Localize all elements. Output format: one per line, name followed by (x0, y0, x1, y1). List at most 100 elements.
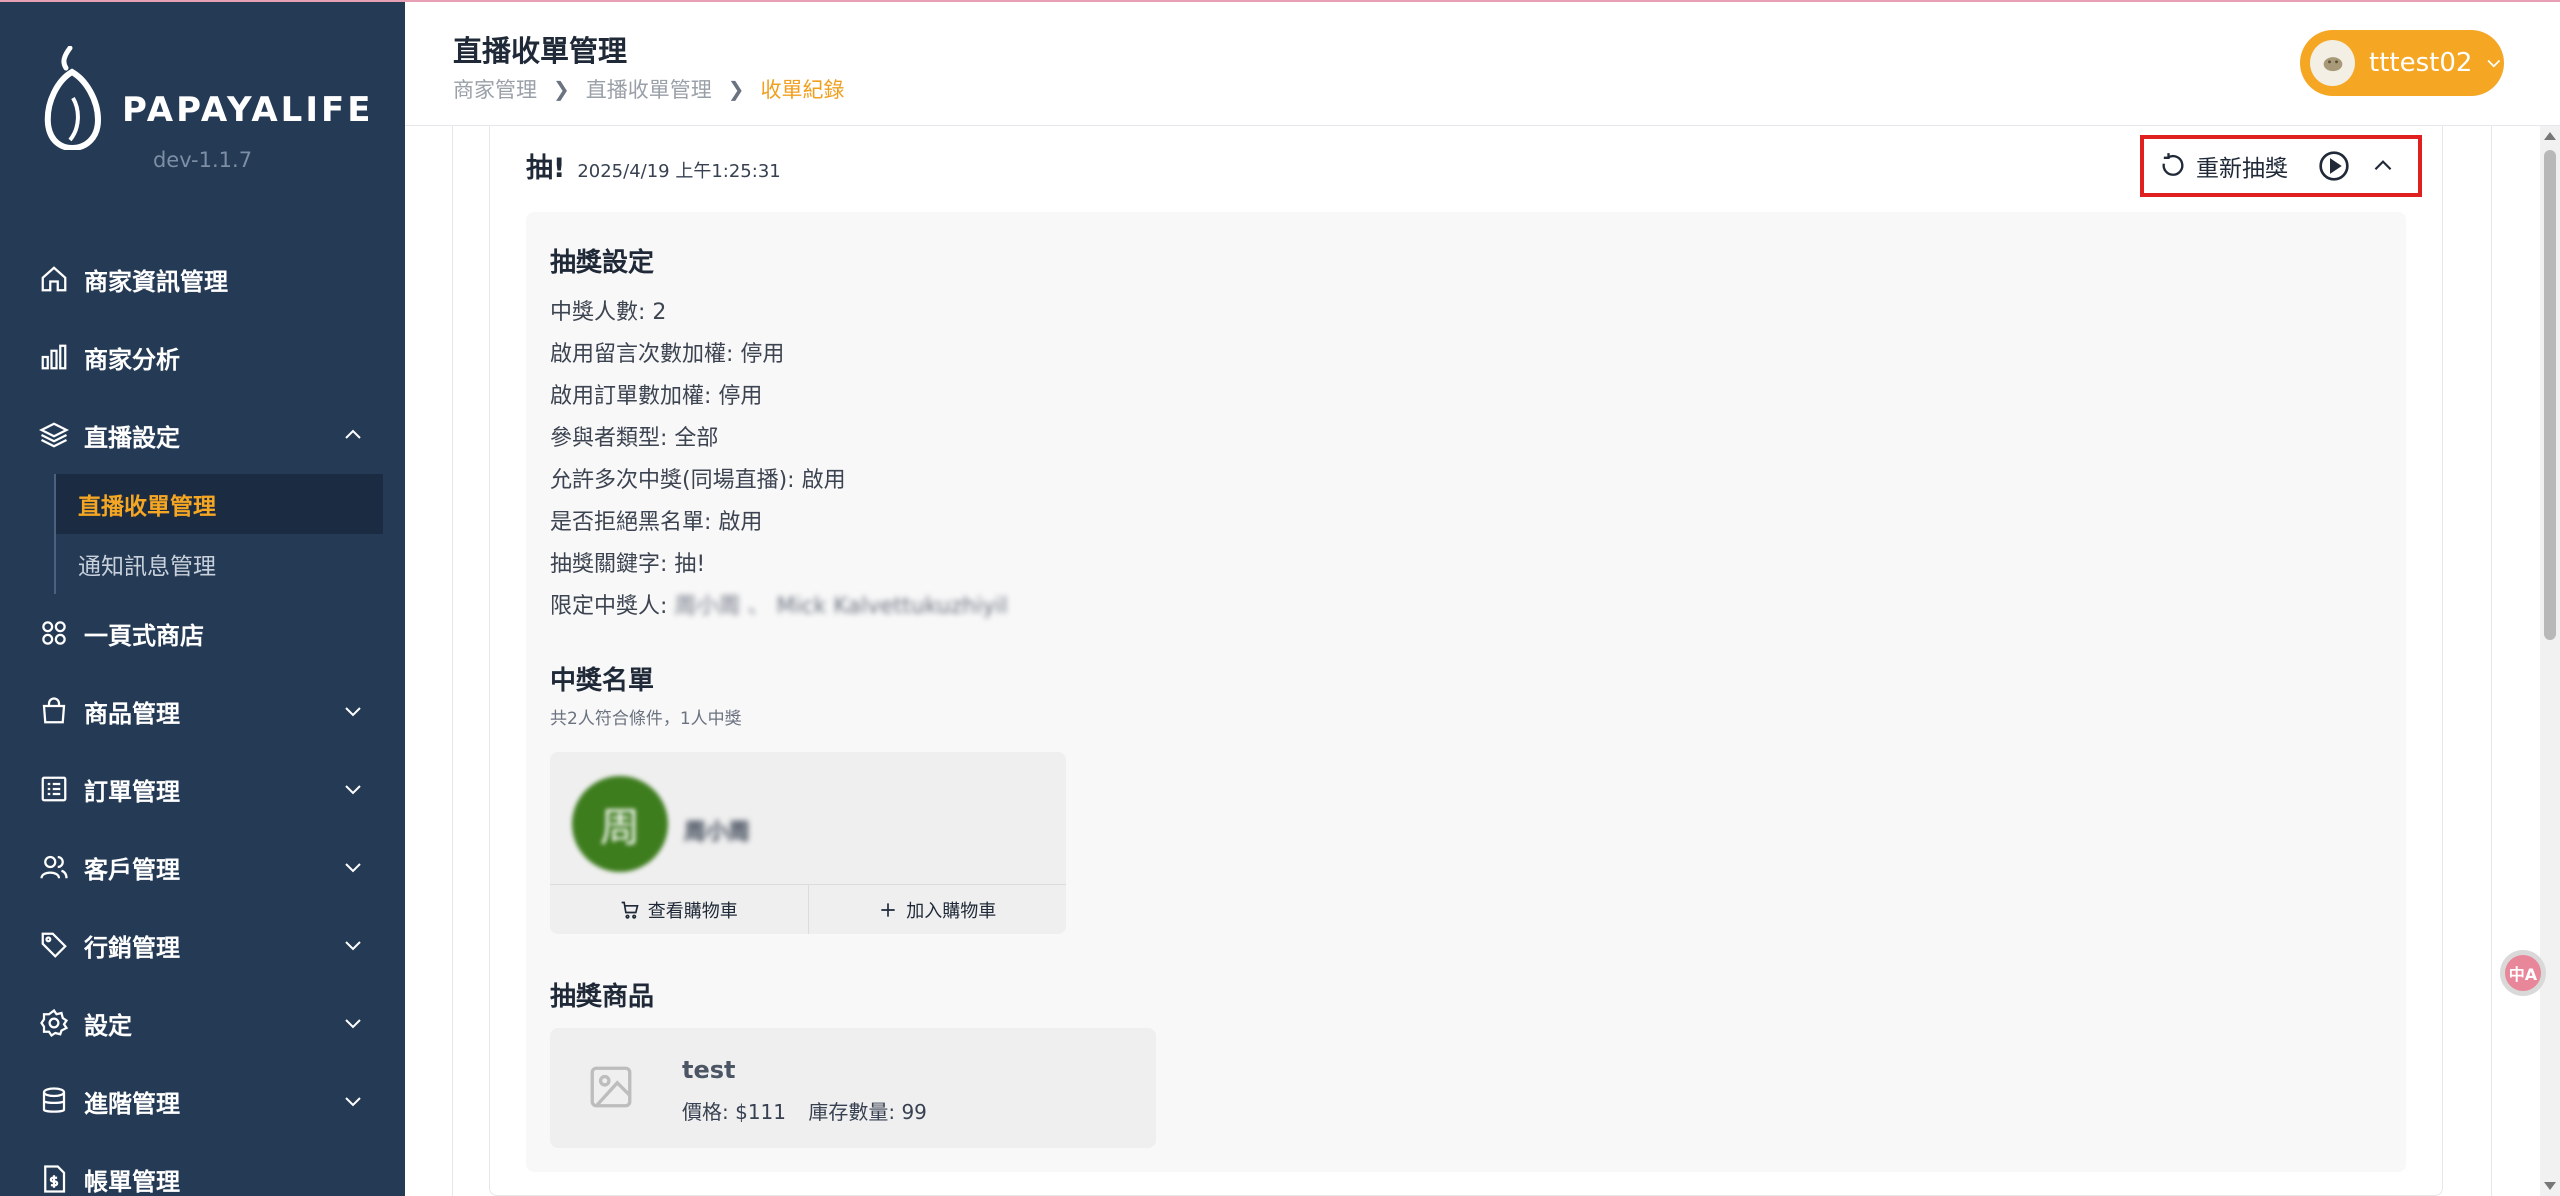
avatar (2310, 40, 2356, 86)
draw-detail-panel: 抽獎設定 中獎人數: 2 啟用留言次數加權: 停用 啟用訂單數加權: 停用 參與… (526, 212, 2406, 1172)
scroll-up-arrow[interactable] (2544, 132, 2556, 140)
sidebar-item-label: 商家分析 (84, 345, 180, 374)
sidebar-nav: 商家資訊管理 商家分析 直播設定 直播收單管理 通知訊息管理 一頁式商店 商品管… (0, 240, 405, 1196)
sidebar-item-orders[interactable]: 訂單管理 (0, 750, 405, 828)
chevron-down-icon[interactable] (341, 855, 365, 879)
sidebar-item-settings[interactable]: 設定 (0, 984, 405, 1062)
chevron-down-icon[interactable] (341, 777, 365, 801)
product-info: 價格: $111 庫存數量: 99 (682, 1096, 927, 1125)
draw-actions-highlight: 重新抽獎 (2140, 135, 2422, 197)
dollar-file-icon (38, 1163, 70, 1195)
restricted-label: 限定中獎人: (550, 594, 668, 619)
avatar: 周 (572, 776, 668, 872)
sidebar: PAPAYALIFE dev-1.1.7 商家資訊管理 商家分析 直播設定 直播… (0, 0, 405, 1196)
sidebar-item-billing[interactable]: 帳單管理 (0, 1140, 405, 1196)
main-content: 抽! 2025/4/19 上午1:25:31 重新抽獎 抽獎設定 中獎人數: 2… (452, 126, 2492, 1196)
sidebar-item-label: 進階管理 (84, 1089, 180, 1118)
page-header: 直播收單管理 商家管理 ❯ 直播收單管理 ❯ 收單紀錄 tttest02 (405, 0, 2560, 126)
top-accent-line (0, 0, 2560, 2)
papaya-logo-icon (44, 46, 102, 150)
chevron-up-icon[interactable] (341, 423, 365, 447)
user-menu-button[interactable]: tttest02 (2300, 30, 2504, 96)
view-cart-label: 查看購物車 (647, 900, 738, 922)
sidebar-item-merchant-info[interactable]: 商家資訊管理 (0, 240, 405, 318)
draw-record-card: 抽! 2025/4/19 上午1:25:31 重新抽獎 抽獎設定 中獎人數: 2… (489, 126, 2443, 1196)
product-price: 價格: $111 (682, 1100, 786, 1124)
home-icon (38, 263, 70, 295)
product-name: test (682, 1056, 736, 1084)
chevron-right-icon: ❯ (727, 77, 745, 101)
sidebar-item-live-orders[interactable]: 直播收單管理 (56, 474, 383, 534)
winner-card: 周 周小周 查看購物車 加入購物車 (550, 752, 1066, 934)
draw-timestamp: 2025/4/19 上午1:25:31 (577, 161, 781, 182)
chevron-down-icon[interactable] (341, 1089, 365, 1113)
breadcrumb-current: 收單紀錄 (760, 78, 845, 102)
sidebar-item-label: 行銷管理 (84, 933, 180, 962)
draw-keyword: 抽! (526, 153, 566, 184)
product-stock: 庫存數量: 99 (808, 1100, 927, 1124)
sidebar-item-label: 訂單管理 (84, 777, 180, 806)
play-icon[interactable] (2318, 150, 2350, 182)
chevron-down-icon (2487, 59, 2501, 68)
add-to-cart-button[interactable]: 加入購物車 (807, 885, 1067, 934)
setting-line: 是否拒絕黑名單: 啟用 (550, 510, 763, 535)
cart-icon (621, 901, 639, 919)
database-icon (38, 1085, 70, 1117)
chevron-right-icon: ❯ (553, 77, 570, 101)
layers-icon (38, 419, 70, 451)
app-version: dev-1.1.7 (152, 148, 253, 172)
grid-icon (38, 617, 70, 649)
chevron-down-icon[interactable] (341, 1011, 365, 1035)
winners-title: 中獎名單 (550, 666, 655, 696)
redraw-button[interactable]: 重新抽獎 (2158, 149, 2288, 183)
winners-summary: 共2人符合條件，1人中獎 (550, 709, 742, 729)
scroll-down-arrow[interactable] (2544, 1182, 2556, 1190)
setting-line: 啟用訂單數加權: 停用 (550, 384, 763, 409)
breadcrumb-item[interactable]: 商家管理 (453, 74, 537, 104)
setting-line: 允許多次中獎(同場直播): 啟用 (550, 468, 846, 493)
setting-line: 參與者類型: 全部 (550, 426, 719, 451)
setting-line: 中獎人數: 2 (550, 300, 667, 325)
scrollbar-thumb[interactable] (2544, 150, 2556, 640)
brand-name: PAPAYALIFE (122, 90, 374, 130)
page-title: 直播收單管理 (453, 34, 628, 68)
settings-title: 抽獎設定 (550, 248, 655, 278)
winner-actions: 查看購物車 加入購物車 (550, 884, 1066, 934)
page-scrollbar[interactable] (2540, 126, 2560, 1196)
sidebar-item-live-settings[interactable]: 直播設定 (0, 396, 405, 474)
brand-logo[interactable]: PAPAYALIFE (40, 46, 370, 156)
draw-record-header: 抽! 2025/4/19 上午1:25:31 (526, 146, 781, 185)
sidebar-item-label: 設定 (84, 1011, 132, 1040)
breadcrumb: 商家管理 ❯ 直播收單管理 ❯ 收單紀錄 (453, 74, 845, 104)
sidebar-item-products[interactable]: 商品管理 (0, 672, 405, 750)
prize-product-card[interactable]: test 價格: $111 庫存數量: 99 (550, 1028, 1156, 1148)
user-name: tttest02 (2369, 48, 2473, 78)
plus-icon (881, 902, 895, 917)
setting-restricted-winners: 限定中獎人: 周小周 、 Mick Kalvettukuzhiyil (550, 588, 1008, 620)
setting-line: 抽獎關鍵字: 抽! (550, 552, 706, 577)
sidebar-item-marketing[interactable]: 行銷管理 (0, 906, 405, 984)
sidebar-item-customers[interactable]: 客戶管理 (0, 828, 405, 906)
winner-name: 周小周 (684, 820, 751, 845)
chevron-down-icon[interactable] (341, 933, 365, 957)
sidebar-item-one-page-store[interactable]: 一頁式商店 (0, 594, 405, 672)
refresh-icon (2162, 153, 2184, 176)
sidebar-item-label: 客戶管理 (84, 855, 180, 884)
image-placeholder-icon (590, 1066, 632, 1108)
sidebar-item-notifications[interactable]: 通知訊息管理 (56, 534, 405, 594)
add-to-cart-label: 加入購物車 (906, 900, 997, 922)
translate-icon[interactable]: 中A (2500, 950, 2546, 996)
sidebar-submenu-live: 直播收單管理 通知訊息管理 (54, 474, 405, 594)
redraw-label: 重新抽獎 (2196, 156, 2288, 182)
chevron-down-icon[interactable] (341, 699, 365, 723)
gear-icon (38, 1007, 70, 1039)
breadcrumb-item[interactable]: 直播收單管理 (586, 74, 712, 104)
list-icon (38, 773, 70, 805)
bar-chart-icon (38, 341, 70, 373)
chevron-up-icon[interactable] (2370, 153, 2396, 179)
sidebar-item-label: 直播設定 (84, 423, 180, 452)
shopping-bag-icon (38, 695, 70, 727)
sidebar-item-advanced[interactable]: 進階管理 (0, 1062, 405, 1140)
view-cart-button[interactable]: 查看購物車 (550, 885, 808, 934)
sidebar-item-analytics[interactable]: 商家分析 (0, 318, 405, 396)
